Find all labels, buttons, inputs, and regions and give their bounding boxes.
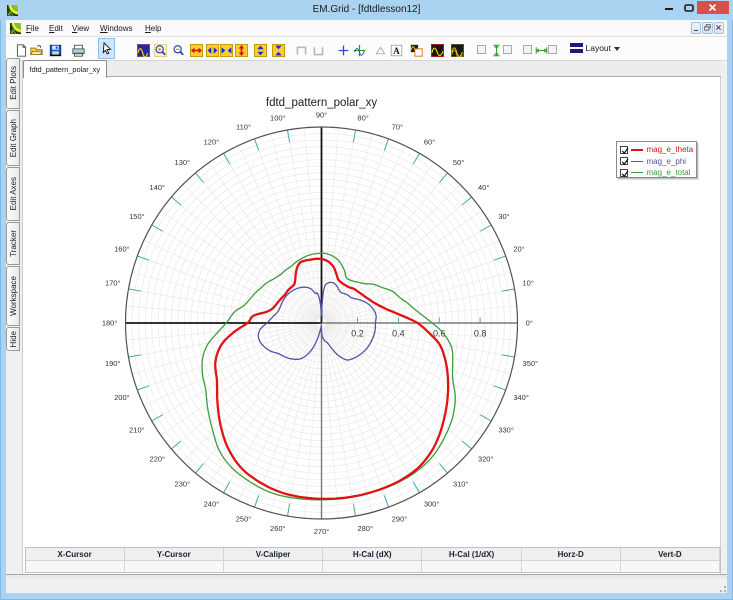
svg-text:210°: 210° <box>129 425 145 434</box>
svg-text:280°: 280° <box>357 524 373 533</box>
svg-text:240°: 240° <box>204 500 220 509</box>
svg-text:310°: 310° <box>453 479 469 488</box>
svg-text:A: A <box>393 46 400 56</box>
svg-text:60°: 60° <box>424 138 435 147</box>
svg-text:150°: 150° <box>129 212 145 221</box>
svg-text:0.4: 0.4 <box>392 329 405 339</box>
svg-text:190°: 190° <box>105 359 121 368</box>
svg-text:110°: 110° <box>236 123 251 132</box>
svg-text:0.8: 0.8 <box>474 329 487 339</box>
svg-text:220°: 220° <box>150 454 166 463</box>
svg-text:70°: 70° <box>392 123 403 132</box>
svg-text:100°: 100° <box>270 114 286 123</box>
svg-text:40°: 40° <box>478 183 489 192</box>
svg-text:300°: 300° <box>424 500 440 509</box>
svg-text:260°: 260° <box>270 524 286 533</box>
svg-text:30°: 30° <box>498 212 509 221</box>
svg-text:230°: 230° <box>175 479 191 488</box>
svg-text:170°: 170° <box>105 279 121 288</box>
svg-text:120°: 120° <box>204 138 220 147</box>
svg-text:80°: 80° <box>357 114 368 123</box>
svg-text:290°: 290° <box>392 515 408 524</box>
svg-text:270°: 270° <box>314 527 330 536</box>
svg-text:180°: 180° <box>102 319 118 328</box>
svg-text:340°: 340° <box>513 393 529 402</box>
svg-text:160°: 160° <box>114 244 130 253</box>
svg-text:0.2: 0.2 <box>351 329 364 339</box>
svg-text:50°: 50° <box>453 158 464 167</box>
svg-text:250°: 250° <box>236 515 252 524</box>
svg-text:140°: 140° <box>150 183 166 192</box>
svg-text:20°: 20° <box>513 244 524 253</box>
svg-text:0°: 0° <box>526 319 533 328</box>
svg-text:350°: 350° <box>523 359 539 368</box>
svg-text:330°: 330° <box>498 425 514 434</box>
svg-text:320°: 320° <box>478 454 494 463</box>
svg-text:10°: 10° <box>523 279 534 288</box>
svg-text:130°: 130° <box>175 158 191 167</box>
svg-text:200°: 200° <box>114 393 130 402</box>
svg-text:90°: 90° <box>316 110 327 119</box>
